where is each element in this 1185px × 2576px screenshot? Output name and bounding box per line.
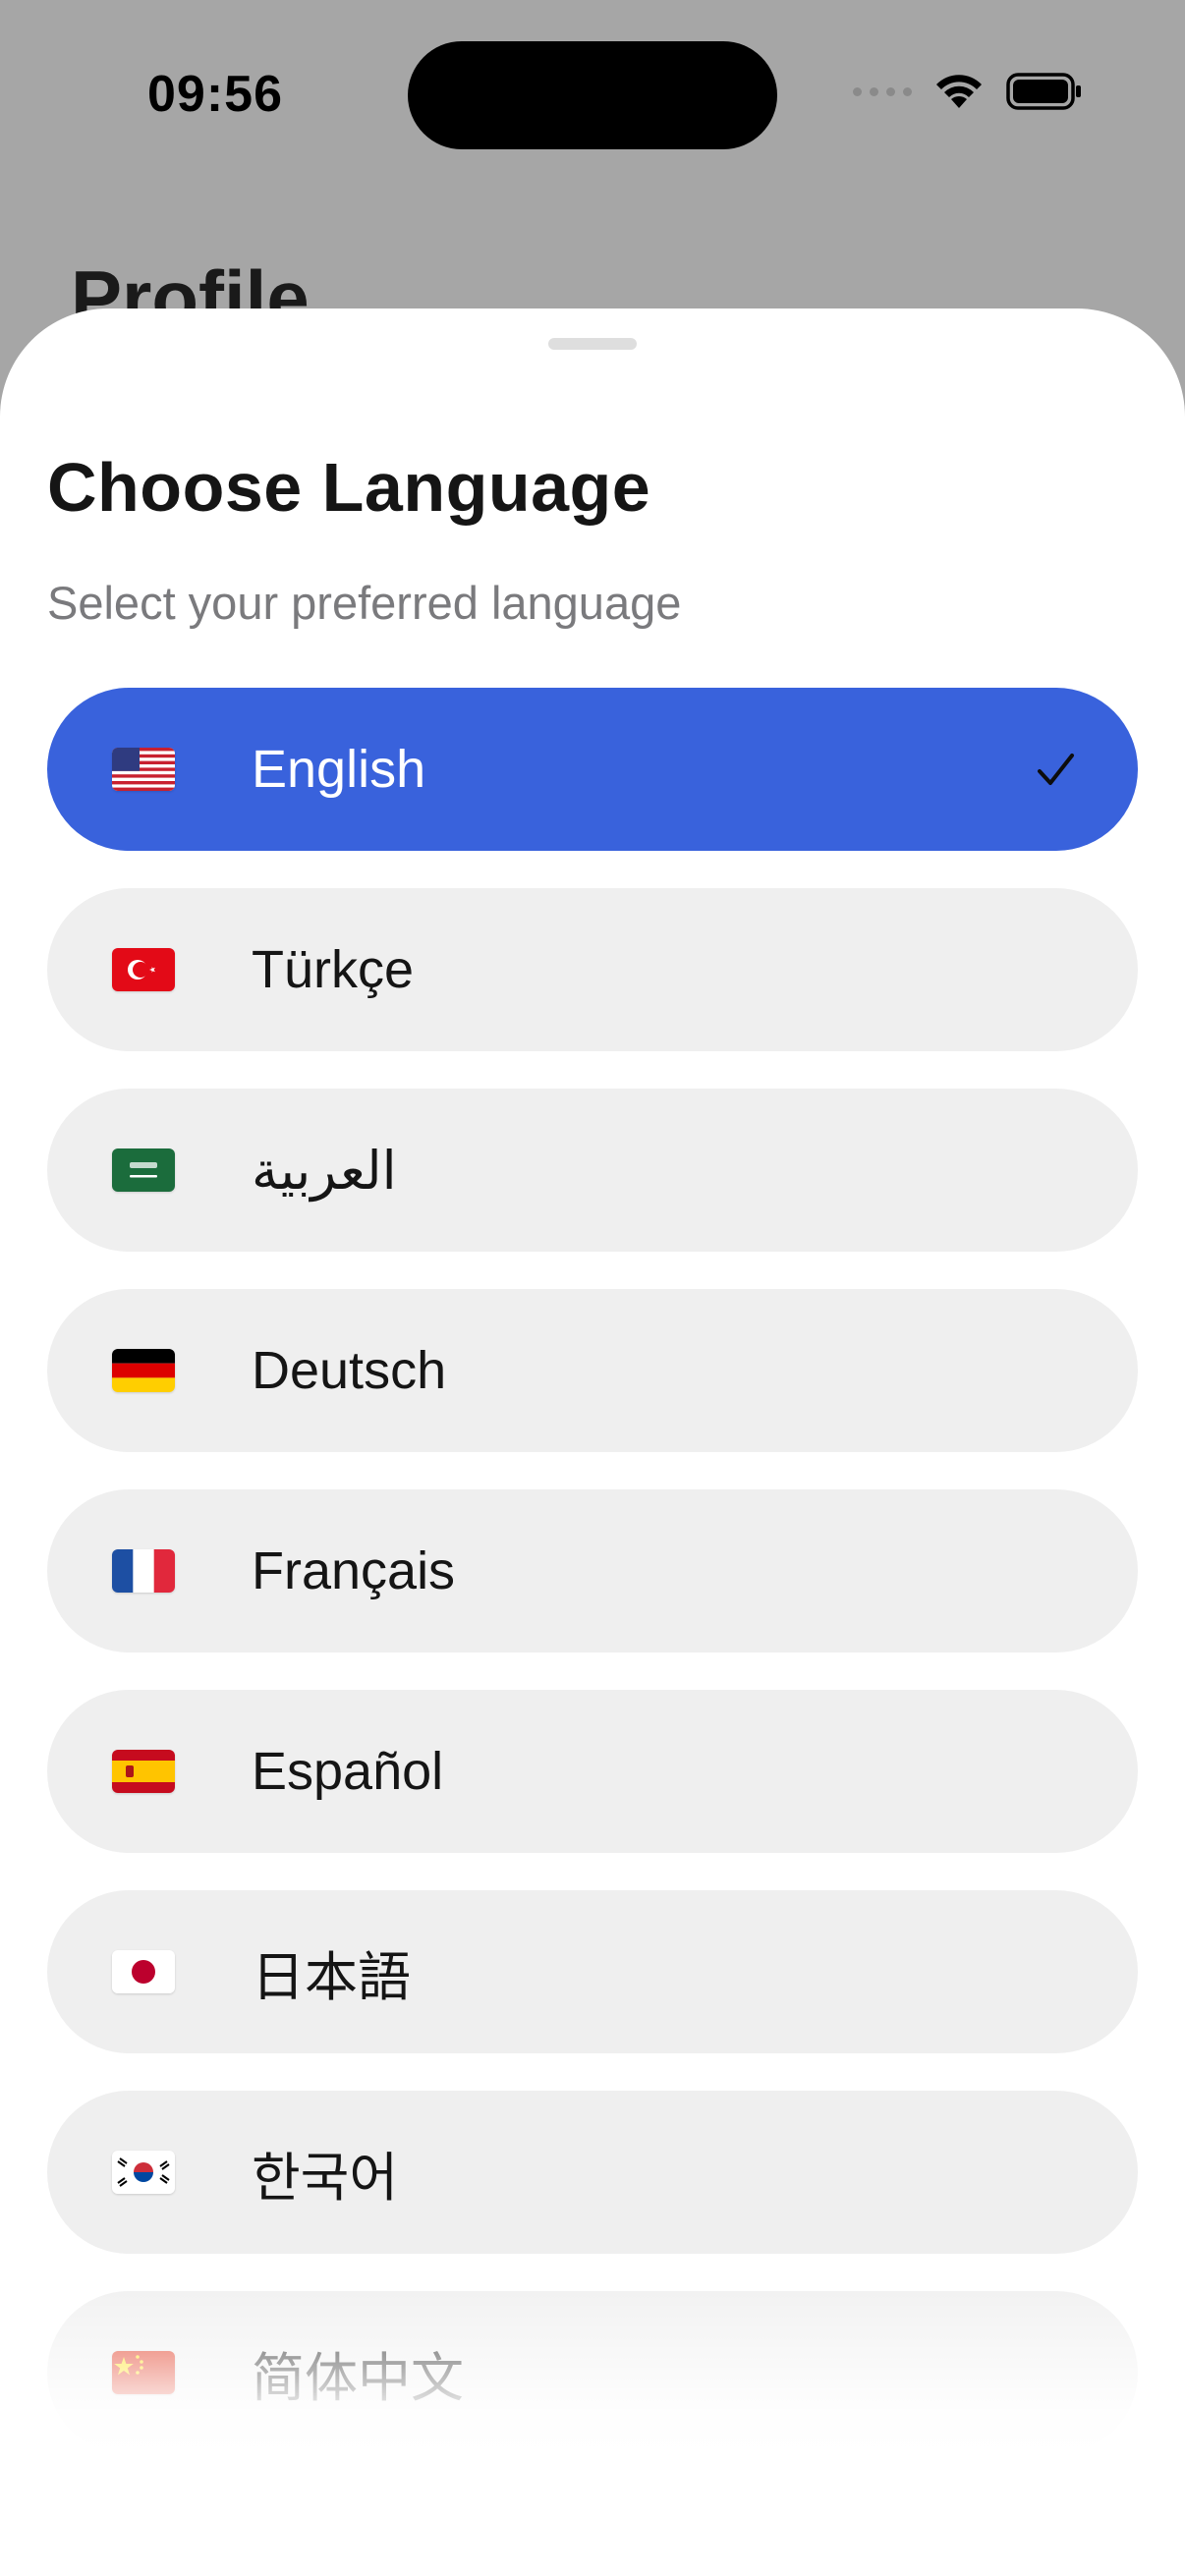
korea-flag-icon xyxy=(112,2151,175,2194)
battery-icon xyxy=(1006,73,1083,110)
language-label: Español xyxy=(252,1742,444,1801)
saudi-arabia-flag-icon xyxy=(112,1148,175,1192)
cellular-signal-icon xyxy=(853,86,912,96)
language-option-french[interactable]: Français xyxy=(47,1489,1138,1652)
us-flag-icon xyxy=(112,748,175,791)
spain-flag-icon xyxy=(112,1750,175,1793)
language-option-chinese[interactable]: 简体中文 xyxy=(47,2291,1138,2454)
status-icons xyxy=(853,73,1083,110)
language-option-japanese[interactable]: 日本語 xyxy=(47,1890,1138,2053)
language-option-korean[interactable]: 한국어 xyxy=(47,2091,1138,2254)
dynamic-island xyxy=(408,41,777,149)
checkmark-icon xyxy=(1032,747,1079,794)
language-list: English Türkçe العربية Deutsch Français … xyxy=(47,688,1138,2492)
language-option-arabic[interactable]: العربية xyxy=(47,1089,1138,1252)
status-bar: 09:56 xyxy=(0,0,1185,196)
status-time: 09:56 xyxy=(147,66,283,123)
sheet-title: Choose Language xyxy=(47,449,651,526)
language-option-spanish[interactable]: Español xyxy=(47,1690,1138,1853)
sheet-grabber[interactable] xyxy=(548,338,637,350)
language-label: Français xyxy=(252,1541,456,1600)
language-option-turkish[interactable]: Türkçe xyxy=(47,888,1138,1051)
language-label: English xyxy=(252,740,426,799)
language-option-english[interactable]: English xyxy=(47,688,1138,851)
language-sheet: Choose Language Select your preferred la… xyxy=(0,308,1185,2576)
sheet-subtitle: Select your preferred language xyxy=(47,577,682,629)
language-label: 简体中文 xyxy=(252,2348,464,2408)
japan-flag-icon xyxy=(112,1950,175,1993)
france-flag-icon xyxy=(112,1549,175,1593)
language-label: Türkçe xyxy=(252,940,415,999)
germany-flag-icon xyxy=(112,1349,175,1392)
china-flag-icon xyxy=(112,2351,175,2394)
language-label: 日本語 xyxy=(252,1947,411,2007)
wifi-icon xyxy=(933,73,985,110)
language-label: العربية xyxy=(252,1141,397,1201)
language-label: 한국어 xyxy=(252,2148,399,2208)
language-option-german[interactable]: Deutsch xyxy=(47,1289,1138,1452)
turkey-flag-icon xyxy=(112,948,175,991)
language-label: Deutsch xyxy=(252,1341,447,1400)
